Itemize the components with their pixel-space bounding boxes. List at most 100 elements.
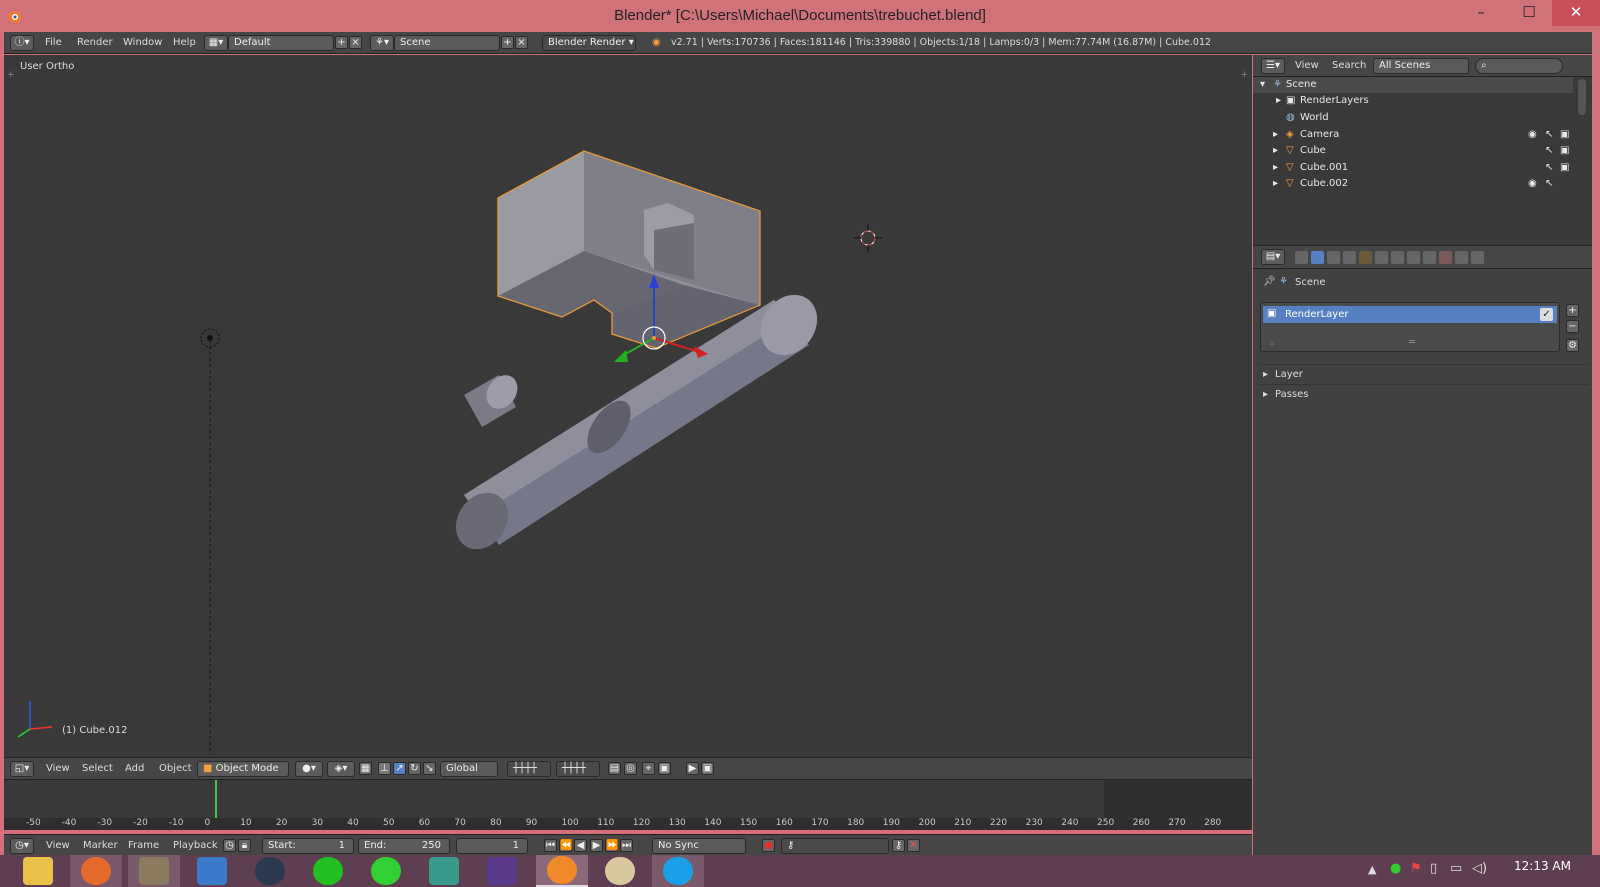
delete-keyframe-icon[interactable]: ✕	[907, 839, 920, 852]
tray-volume-icon[interactable]: ◁)	[1472, 861, 1487, 876]
menu-view[interactable]: View	[46, 761, 70, 777]
taskbar-gimp-icon[interactable]	[128, 855, 180, 887]
add-scene-button[interactable]: +	[501, 36, 514, 49]
layers-grid-2[interactable]: ┼┼┼┼	[556, 761, 600, 777]
physics-tab-icon[interactable]	[1471, 251, 1484, 264]
close-button[interactable]: ✕	[1552, 0, 1600, 26]
menu-playback[interactable]: Playback	[173, 838, 218, 854]
lock-layers-icon[interactable]: ▤	[608, 762, 621, 775]
layers-grid-1[interactable]: ┼┼┼┼	[507, 761, 551, 777]
tray-overflow-icon[interactable]: ▲	[1368, 863, 1376, 876]
3d-viewport[interactable]: User Ortho (1) Cube.012 + +	[4, 55, 1252, 757]
outliner-row-renderlayers[interactable]: ▸ ▣ RenderLayers	[1253, 93, 1573, 109]
select-arrow-icon[interactable]: ↖	[1545, 127, 1553, 143]
taskbar-file-explorer-icon[interactable]	[12, 855, 64, 887]
pin-icon[interactable]: 📌︎	[1263, 276, 1276, 287]
outliner-row-scene[interactable]: ▾ ⚘ Scene	[1253, 77, 1573, 93]
select-arrow-icon[interactable]: ↖	[1545, 143, 1553, 159]
texture-tab-icon[interactable]	[1439, 251, 1452, 264]
outliner-row-cube[interactable]: ▸ ▽ Cube ↖ ▣	[1253, 143, 1573, 159]
outliner-scrollbar[interactable]	[1578, 79, 1586, 115]
modifiers-tab-icon[interactable]	[1391, 251, 1404, 264]
current-frame-field[interactable]: 1	[456, 838, 528, 854]
shading-mode-icon[interactable]: ●▾	[295, 761, 323, 777]
taskbar-paint-icon[interactable]	[594, 855, 646, 887]
select-arrow-icon[interactable]: ↖	[1545, 176, 1553, 192]
tray-flag-icon[interactable]: ⚑	[1410, 861, 1422, 876]
taskbar-green-app-1-icon[interactable]	[302, 855, 354, 887]
renderlayer-options-button[interactable]: ⚙	[1566, 339, 1579, 352]
outliner[interactable]: ▾ ⚘ Scene ▸ ▣ RenderLayers ◍ World ▸ ◈ Camera ◉ ↖…	[1253, 77, 1592, 245]
expand-icon[interactable]: ▾	[1260, 77, 1265, 93]
object-tab-icon[interactable]	[1359, 251, 1372, 264]
tray-network-icon[interactable]: ▭	[1450, 861, 1462, 876]
expand-icon[interactable]: ▸	[1273, 160, 1278, 176]
taskbar-tool-icon[interactable]	[186, 855, 238, 887]
layout-selector[interactable]: Default	[228, 35, 334, 51]
taskbar-document-icon[interactable]	[418, 855, 470, 887]
editor-type-properties-icon[interactable]: ▤▾	[1261, 249, 1285, 265]
toolshelf-toggle-icon[interactable]: +	[1240, 70, 1248, 80]
editor-type-3dview-icon[interactable]: ◱▾	[10, 761, 34, 777]
renderlayer-list[interactable]: ▣ RenderLayer ✓ ◦ ═	[1260, 302, 1560, 352]
use-preview-range-icon[interactable]: ◷	[223, 839, 236, 852]
expand-icon[interactable]: ▸	[1273, 127, 1278, 143]
timeline-ruler[interactable]: -50 -40 -30 -20 -10 0 10 20 30 40 50 60 70 80 90 100 110…	[4, 818, 1252, 830]
visibility-eye-icon[interactable]: ◉	[1528, 176, 1537, 192]
taskbar-firefox-icon[interactable]	[70, 855, 122, 887]
menu-render[interactable]: Render	[77, 35, 113, 51]
occlude-geometry-icon[interactable]: ▦	[359, 762, 372, 775]
rotate-manipulator-icon[interactable]: ↻	[408, 762, 421, 775]
render-camera-icon[interactable]: ▣	[1560, 143, 1569, 159]
outliner-row-cube001[interactable]: ▸ ▽ Cube.001 ↖ ▣	[1253, 160, 1573, 176]
renderlayer-item[interactable]: ▣ RenderLayer ✓	[1263, 306, 1557, 323]
snap-element-icon[interactable]: ▣	[658, 762, 671, 775]
tray-power-icon[interactable]: ▯	[1430, 861, 1437, 876]
opengl-anim-icon[interactable]: ▣	[701, 762, 714, 775]
pivot-point-icon[interactable]: ◈▾	[327, 761, 355, 777]
translate-manipulator-icon[interactable]: ↗	[393, 762, 406, 775]
add-renderlayer-button[interactable]: +	[1566, 304, 1579, 317]
scene-tab-icon[interactable]	[1327, 251, 1340, 264]
menu-file[interactable]: File	[45, 35, 62, 51]
list-filter-icon[interactable]: ◦	[1269, 339, 1275, 350]
panel-layer[interactable]: ▸ Layer	[1259, 364, 1589, 383]
jump-keyframe-forward-icon[interactable]: ⏩	[605, 839, 618, 852]
jump-keyframe-back-icon[interactable]: ⏪	[559, 839, 572, 852]
editor-type-timeline-icon[interactable]: ◷▾	[10, 838, 34, 854]
taskbar-visual-studio-icon[interactable]	[476, 855, 528, 887]
constraints-tab-icon[interactable]	[1375, 251, 1388, 264]
jump-end-icon[interactable]: ⏭	[620, 839, 633, 852]
menu-frame[interactable]: Frame	[128, 838, 159, 854]
keying-set-field[interactable]: ⚷	[781, 838, 889, 854]
screen-layout-icon[interactable]: ▦▾	[204, 35, 228, 51]
panel-passes[interactable]: ▸ Passes	[1259, 384, 1589, 403]
minimize-button[interactable]: –	[1458, 0, 1504, 26]
orientation-selector[interactable]: Global	[440, 761, 498, 777]
menu-window[interactable]: Window	[123, 35, 162, 51]
select-arrow-icon[interactable]: ↖	[1545, 160, 1553, 176]
outliner-menu-view[interactable]: View	[1295, 58, 1319, 74]
expand-icon[interactable]: ▸	[1273, 176, 1278, 192]
menu-help[interactable]: Help	[173, 35, 196, 51]
data-tab-icon[interactable]	[1407, 251, 1420, 264]
taskbar-skype-icon[interactable]	[652, 855, 704, 887]
lock-range-icon[interactable]: 🔒︎	[238, 839, 251, 852]
list-resize-handle[interactable]: ═	[1409, 337, 1415, 348]
particles-tab-icon[interactable]	[1455, 251, 1468, 264]
editor-type-info-icon[interactable]: ⓘ▾	[10, 35, 34, 51]
render-layers-tab-icon[interactable]	[1311, 251, 1324, 264]
expand-icon[interactable]: ▸	[1276, 93, 1281, 109]
taskbar-blender-icon[interactable]	[536, 855, 588, 887]
remove-layout-button[interactable]: ×	[349, 36, 362, 49]
properties-toggle-icon[interactable]: +	[7, 70, 15, 80]
render-camera-icon[interactable]: ▣	[1560, 127, 1569, 143]
clock-time[interactable]: 12:13 AM	[1514, 859, 1571, 873]
current-frame-line[interactable]	[215, 780, 217, 818]
world-tab-icon[interactable]	[1343, 251, 1356, 264]
start-frame-field[interactable]: Start: 1	[262, 838, 354, 854]
scene-selector-icon[interactable]: ⚘▾	[370, 35, 394, 51]
opengl-render-icon[interactable]: ▶	[686, 762, 699, 775]
remove-scene-button[interactable]: ×	[515, 36, 528, 49]
render-tab-icon[interactable]	[1295, 251, 1308, 264]
